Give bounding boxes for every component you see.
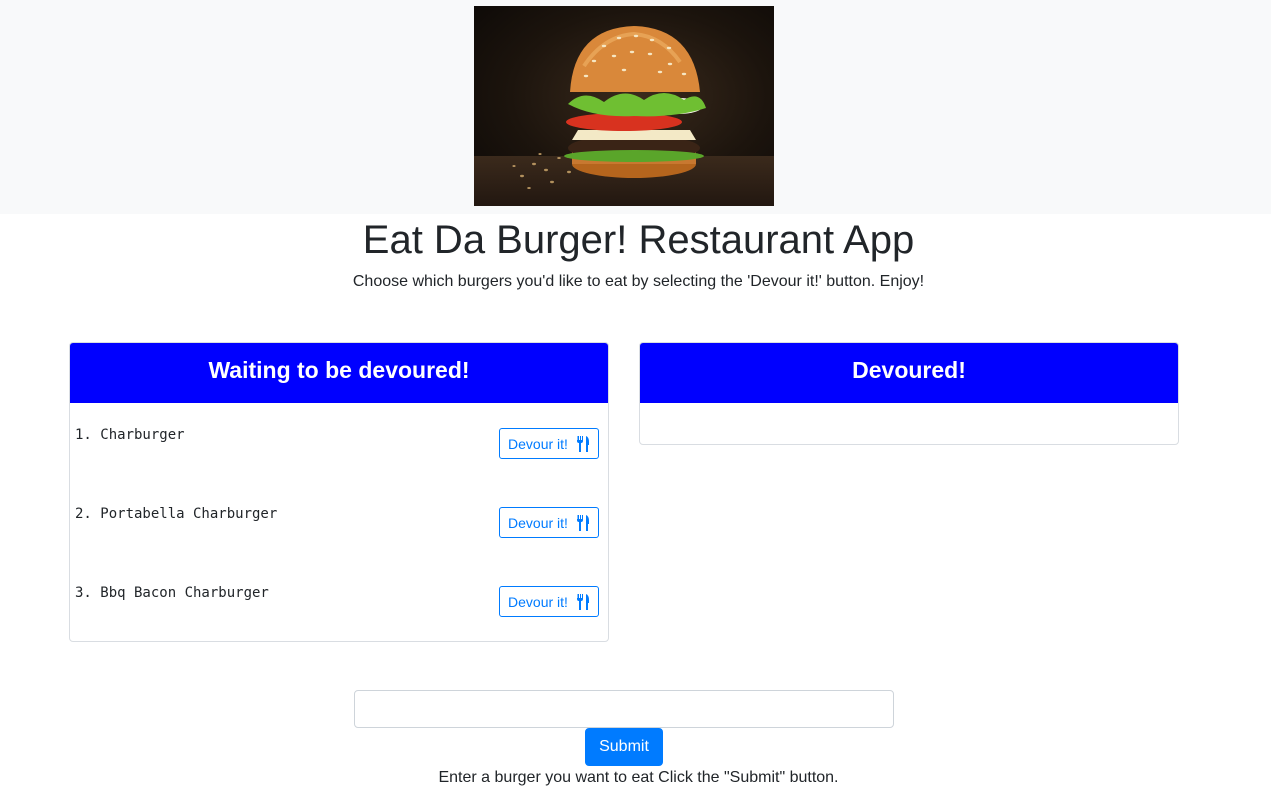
- burger-name: 1. Charburger: [75, 427, 185, 443]
- form-instructions: Enter a burger you want to eat Click the…: [438, 769, 839, 786]
- burger-item: 3. Bbq Bacon Charburger Devour it!: [70, 561, 608, 640]
- utensils-icon: [576, 593, 589, 610]
- burger-name: 3. Bbq Bacon Charburger: [75, 585, 269, 601]
- burger-item: 1. Charburger Devour it!: [70, 403, 608, 482]
- submit-button[interactable]: Submit: [585, 728, 663, 766]
- page-subtitle: Choose which burgers you'd like to eat b…: [352, 273, 925, 290]
- devoured-card-heading: Devoured!: [640, 343, 1178, 403]
- waiting-card: Waiting to be devoured! 1. Charburger De…: [69, 342, 609, 642]
- waiting-card-heading: Waiting to be devoured!: [70, 343, 608, 403]
- devour-button-label: Devour it!: [508, 514, 568, 531]
- devour-button[interactable]: Devour it!: [499, 507, 599, 538]
- burger-name-input[interactable]: [354, 690, 894, 728]
- devour-button-label: Devour it!: [508, 435, 568, 452]
- devour-button-label: Devour it!: [508, 593, 568, 610]
- devoured-list: [640, 403, 1178, 443]
- utensils-icon: [576, 435, 589, 452]
- header-band: [0, 0, 1271, 214]
- page-title: Eat Da Burger! Restaurant App: [362, 218, 915, 262]
- burger-item: 2. Portabella Charburger Devour it!: [70, 482, 608, 561]
- burger-hero-image: [474, 6, 774, 206]
- utensils-icon: [576, 514, 589, 531]
- burger-name: 2. Portabella Charburger: [75, 506, 278, 522]
- devoured-card: Devoured!: [639, 342, 1179, 445]
- devour-button[interactable]: Devour it!: [499, 586, 599, 617]
- devour-button[interactable]: Devour it!: [499, 428, 599, 459]
